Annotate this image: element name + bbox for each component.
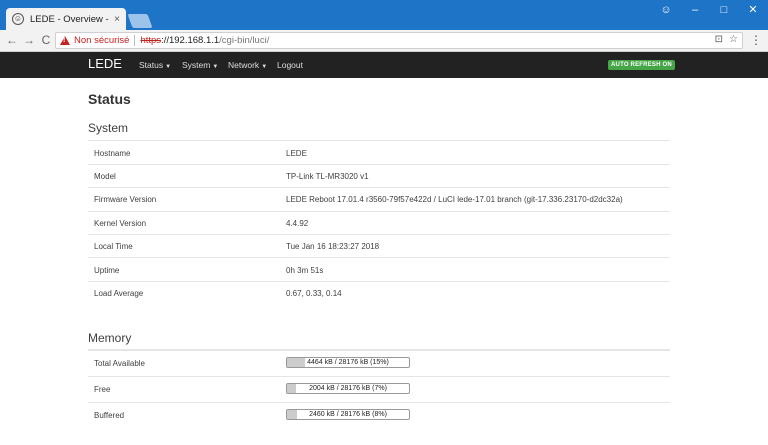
auto-refresh-toggle[interactable]: AUTO REFRESH ON	[608, 60, 675, 70]
table-row: Buffered 2460 kB / 28176 kB (8%)	[88, 402, 670, 428]
table-row: Uptime 0h 3m 51s	[88, 257, 670, 281]
warning-icon	[60, 36, 70, 45]
browser-toolbar: ← → C Non sécurisé https ://192.168.1.1 …	[0, 30, 768, 52]
memory-progress-bar: 2460 kB / 28176 kB (8%)	[286, 409, 410, 420]
menu-logout[interactable]: Logout	[277, 60, 303, 70]
row-label: Buffered	[94, 411, 125, 420]
menu-network-label: Network	[228, 60, 260, 70]
chevron-down-icon: ▼	[261, 64, 268, 70]
row-value: TP-Link TL-MR3020 v1	[286, 172, 369, 181]
row-label: Total Available	[94, 359, 145, 368]
memory-progress-bar: 2004 kB / 28176 kB (7%)	[286, 383, 410, 394]
row-label: Model	[94, 172, 116, 181]
table-row: Firmware Version LEDE Reboot 17.01.4 r35…	[88, 187, 670, 211]
table-row: Model TP-Link TL-MR3020 v1	[88, 164, 670, 187]
progress-text: 2004 kB / 28176 kB (7%)	[309, 385, 387, 392]
row-value: LEDE	[286, 149, 307, 158]
row-label: Free	[94, 385, 111, 394]
table-row: Free 2004 kB / 28176 kB (7%)	[88, 376, 670, 402]
lede-icon: ☺	[12, 13, 24, 25]
minimize-button[interactable]: –	[684, 2, 706, 18]
row-label: Local Time	[94, 242, 133, 251]
new-tab-button[interactable]	[127, 14, 153, 28]
page-title: Status	[88, 91, 131, 107]
memory-progress-bar: 4464 kB / 28176 kB (15%)	[286, 357, 410, 368]
chevron-down-icon: ▼	[165, 64, 172, 70]
menu-network[interactable]: Network ▼	[228, 60, 267, 70]
table-row: Total Available 4464 kB / 28176 kB (15%)	[88, 350, 670, 376]
browser-menu-icon[interactable]: ⋮	[750, 33, 762, 47]
table-row: Hostname LEDE	[88, 140, 670, 164]
row-label: Load Average	[94, 289, 144, 298]
progress-text: 2460 kB / 28176 kB (8%)	[309, 411, 387, 418]
security-indicator[interactable]: Non sécurisé	[74, 35, 129, 46]
url-path: /cgi-bin/luci/	[219, 35, 270, 46]
menu-system[interactable]: System ▼	[182, 60, 218, 70]
chevron-down-icon: ▼	[212, 64, 219, 70]
memory-section-title: Memory	[88, 331, 132, 345]
browser-tab[interactable]: ☺ LEDE - Overview - LuCI ×	[6, 8, 126, 30]
row-value: Tue Jan 16 18:23:27 2018	[286, 242, 380, 251]
url-host: ://192.168.1.1	[161, 35, 220, 46]
system-section-title: System	[88, 121, 129, 135]
row-value: 0h 3m 51s	[286, 266, 324, 275]
translate-icon[interactable]: ⊡	[715, 34, 723, 45]
luci-navbar: LEDE Status ▼ System ▼ Network ▼ Logout AUT…	[0, 52, 768, 78]
row-value: 0.67, 0.33, 0.14	[286, 289, 342, 298]
tab-title: LEDE - Overview - LuCI	[30, 13, 110, 25]
close-tab-icon[interactable]: ×	[114, 14, 120, 25]
divider	[134, 35, 136, 46]
page-viewport: LEDE Status ▼ System ▼ Network ▼ Logout AUT…	[0, 52, 768, 445]
menu-status[interactable]: Status ▼	[139, 60, 171, 70]
table-row: Local Time Tue Jan 16 18:23:27 2018	[88, 234, 670, 257]
forward-button[interactable]: →	[22, 33, 36, 47]
browser-titlebar: ☺ LEDE - Overview - LuCI × ☺ – □ ✕	[0, 0, 768, 30]
close-window-button[interactable]: ✕	[742, 2, 764, 18]
menu-system-label: System	[182, 60, 211, 70]
progress-text: 4464 kB / 28176 kB (15%)	[307, 359, 389, 366]
row-label: Firmware Version	[94, 195, 157, 204]
table-row: Kernel Version 4.4.92	[88, 211, 670, 234]
maximize-button[interactable]: □	[713, 2, 735, 18]
table-row: Load Average 0.67, 0.33, 0.14	[88, 281, 670, 304]
url-scheme: https	[140, 35, 162, 46]
brand-logo[interactable]: LEDE	[88, 56, 122, 71]
row-label: Kernel Version	[94, 219, 147, 228]
address-bar[interactable]: Non sécurisé https ://192.168.1.1 /cgi-b…	[55, 32, 743, 49]
row-label: Uptime	[94, 266, 120, 275]
row-value: 4.4.92	[286, 219, 309, 228]
profile-icon[interactable]: ☺	[655, 2, 677, 18]
back-button[interactable]: ←	[5, 33, 19, 47]
row-value: LEDE Reboot 17.01.4 r3560-79f57e422d / L…	[286, 195, 623, 204]
reload-button[interactable]: C	[39, 33, 53, 47]
menu-status-label: Status	[139, 60, 164, 70]
row-label: Hostname	[94, 149, 131, 158]
bookmark-star-icon[interactable]: ☆	[729, 34, 738, 45]
